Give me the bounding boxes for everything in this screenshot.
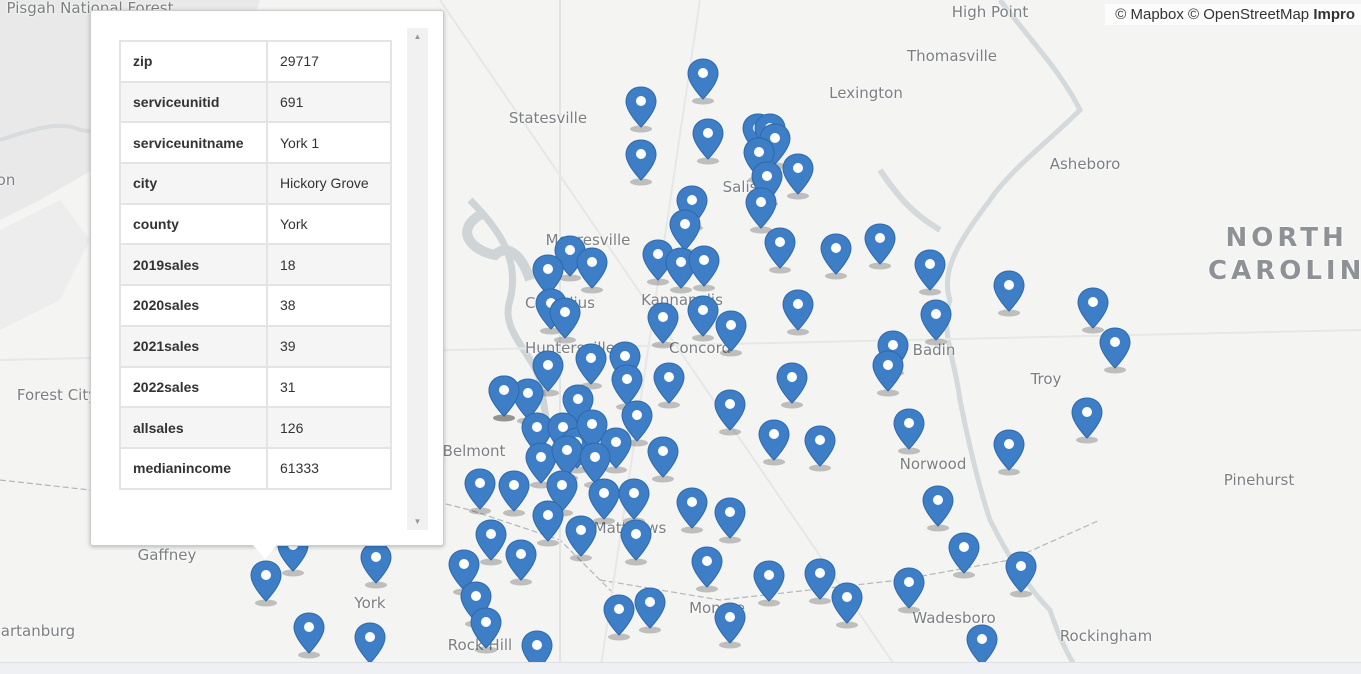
map-marker-pin-icon[interactable]	[487, 374, 521, 422]
map-marker-pin-icon[interactable]	[892, 566, 926, 614]
map-marker-pin-icon[interactable]	[757, 418, 791, 466]
map-marker-pin-icon[interactable]	[469, 606, 503, 654]
map-marker-pin-icon[interactable]	[652, 361, 686, 409]
osm-attribution-link[interactable]: © OpenStreetMap	[1188, 6, 1309, 23]
map-canvas[interactable]: Pisgah National Forest High Point Thomas…	[0, 0, 1361, 673]
attribute-key: city	[119, 162, 268, 205]
attribute-value: 61333	[266, 446, 392, 490]
attribute-value: 31	[266, 365, 392, 409]
attribute-value: 29717	[266, 40, 392, 83]
attribute-value: 39	[266, 324, 392, 368]
map-marker-pin-icon[interactable]	[292, 611, 326, 659]
attribute-key: serviceunitname	[119, 121, 268, 165]
attribute-row: allsales 126	[119, 406, 392, 449]
map-marker-pin-icon[interactable]	[819, 232, 853, 280]
map-marker-pin-icon[interactable]	[713, 601, 747, 649]
attribute-row: county York	[119, 202, 392, 246]
map-marker-pin-icon[interactable]	[575, 246, 609, 294]
map-marker-pin-icon[interactable]	[913, 248, 947, 296]
attribute-value: 18	[266, 243, 392, 287]
map-marker-pin-icon[interactable]	[633, 586, 667, 634]
attribute-value: York 1	[266, 121, 392, 165]
attribute-value: York	[266, 202, 392, 246]
attribute-row: serviceunitid 691	[119, 80, 392, 124]
map-marker-pin-icon[interactable]	[463, 467, 497, 515]
scroll-up-arrow-icon[interactable]: ▲	[407, 28, 428, 45]
map-marker-pin-icon[interactable]	[675, 486, 709, 534]
attribute-key: 2021sales	[119, 324, 268, 368]
map-marker-pin-icon[interactable]	[564, 514, 598, 562]
map-marker-pin-icon[interactable]	[830, 581, 864, 629]
map-marker-pin-icon[interactable]	[713, 496, 747, 544]
map-marker-pin-icon[interactable]	[504, 538, 538, 586]
attribute-key: zip	[119, 40, 268, 83]
attribute-key: serviceunitid	[119, 80, 268, 124]
attribute-row: 2022sales 31	[119, 365, 392, 409]
map-marker-pin-icon[interactable]	[1098, 326, 1132, 374]
map-marker-pin-icon[interactable]	[871, 349, 905, 397]
map-marker-pin-icon[interactable]	[497, 469, 531, 517]
map-marker-pin-icon[interactable]	[548, 296, 582, 344]
attribute-key: 2019sales	[119, 243, 268, 287]
map-attribution: © Mapbox © OpenStreetMap Impro	[1105, 4, 1361, 25]
attribute-key: county	[119, 202, 268, 246]
bottom-bar	[0, 662, 1361, 674]
map-marker-pin-icon[interactable]	[919, 298, 953, 346]
attribute-row: 2019sales 18	[119, 243, 392, 287]
map-marker-pin-icon[interactable]	[713, 388, 747, 436]
map-marker-pin-icon[interactable]	[947, 531, 981, 579]
map-marker-pin-icon[interactable]	[249, 559, 283, 607]
feature-popup: zip 29717 serviceunitid 691 serviceunitname Y…	[90, 10, 444, 559]
attribute-key: medianincome	[119, 446, 268, 490]
map-marker-pin-icon[interactable]	[646, 435, 680, 483]
map-marker-pin-icon[interactable]	[781, 288, 815, 336]
map-marker-pin-icon[interactable]	[687, 244, 721, 292]
map-marker-pin-icon[interactable]	[1004, 550, 1038, 598]
map-marker-pin-icon[interactable]	[602, 593, 636, 641]
improve-map-link[interactable]: Impro	[1313, 6, 1355, 23]
map-marker-pin-icon[interactable]	[714, 309, 748, 357]
map-marker-pin-icon[interactable]	[646, 301, 680, 349]
attribute-row: 2020sales 38	[119, 284, 392, 327]
attribute-row: zip 29717	[119, 40, 392, 83]
map-marker-pin-icon[interactable]	[690, 545, 724, 593]
attribute-value: Hickory Grove	[266, 162, 392, 205]
map-marker-pin-icon[interactable]	[775, 361, 809, 409]
map-marker-pin-icon[interactable]	[752, 559, 786, 607]
map-marker-pin-icon[interactable]	[1070, 396, 1104, 444]
attribute-value: 38	[266, 284, 392, 327]
map-marker-pin-icon[interactable]	[921, 484, 955, 532]
map-marker-pin-icon[interactable]	[863, 222, 897, 270]
mapbox-attribution-link[interactable]: © Mapbox	[1115, 6, 1184, 23]
map-marker-pin-icon[interactable]	[992, 428, 1026, 476]
attribute-key: allsales	[119, 406, 268, 449]
attribute-value: 126	[266, 406, 392, 449]
attribute-table: zip 29717 serviceunitid 691 serviceunitname Y…	[119, 40, 392, 490]
attribute-key: 2022sales	[119, 365, 268, 409]
attribute-row: medianincome 61333	[119, 446, 392, 490]
map-marker-pin-icon[interactable]	[619, 518, 653, 566]
scroll-down-arrow-icon[interactable]: ▼	[407, 513, 428, 530]
attribute-row: city Hickory Grove	[119, 162, 392, 205]
map-marker-pin-icon[interactable]	[992, 269, 1026, 317]
attribute-value: 691	[266, 80, 392, 124]
map-marker-pin-icon[interactable]	[686, 57, 720, 105]
map-marker-pin-icon[interactable]	[781, 152, 815, 200]
attribute-row: 2021sales 39	[119, 324, 392, 368]
popup-scrollbar[interactable]: ▲ ▼	[407, 28, 428, 530]
map-marker-pin-icon[interactable]	[803, 424, 837, 472]
attribute-row: serviceunitname York 1	[119, 121, 392, 165]
popup-table-container: zip 29717 serviceunitid 691 serviceunitname Y…	[119, 40, 392, 510]
map-marker-pin-icon[interactable]	[892, 407, 926, 455]
map-marker-pin-icon[interactable]	[691, 117, 725, 165]
map-marker-pin-icon[interactable]	[624, 138, 658, 186]
map-marker-pin-icon[interactable]	[624, 85, 658, 133]
map-marker-pin-icon[interactable]	[763, 226, 797, 274]
attribute-key: 2020sales	[119, 284, 268, 327]
map-marker-pin-icon[interactable]	[359, 541, 393, 589]
